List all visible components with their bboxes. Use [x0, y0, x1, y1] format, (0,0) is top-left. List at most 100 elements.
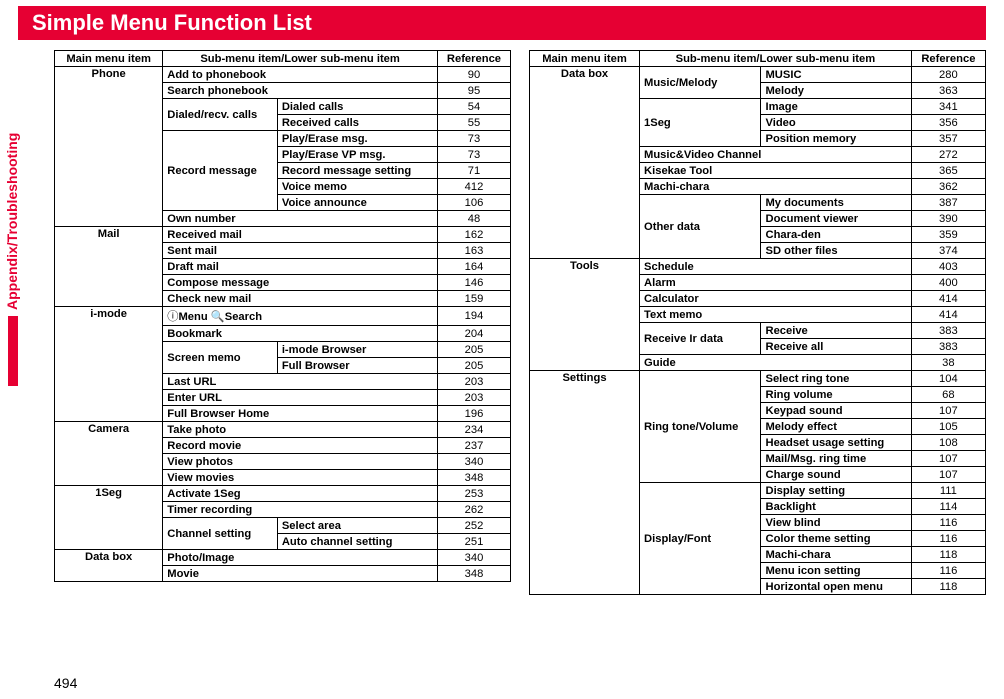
sub-menu-cell: Display/Font [640, 483, 761, 595]
reference-cell: 71 [437, 163, 510, 179]
reference-cell: 118 [911, 579, 985, 595]
table-row: i-modeⓘMenu 🔍Search194 [55, 307, 511, 326]
sub-menu-cell: 1Seg [640, 99, 761, 147]
sub-menu-cell: ⓘMenu 🔍Search [163, 307, 438, 326]
reference-cell: 400 [911, 275, 985, 291]
sub-menu-cell: Add to phonebook [163, 67, 438, 83]
lower-menu-cell: Record message setting [277, 163, 437, 179]
reference-cell: 68 [911, 387, 985, 403]
reference-cell: 107 [911, 403, 985, 419]
reference-cell: 357 [911, 131, 985, 147]
search-text: Search [225, 311, 262, 323]
reference-cell: 116 [911, 531, 985, 547]
sub-menu-cell: Screen memo [163, 342, 278, 374]
sub-menu-cell: View photos [163, 454, 438, 470]
table-header-row: Main menu item Sub-menu item/Lower sub-m… [55, 51, 511, 67]
main-menu-cell: Data box [530, 67, 640, 259]
sub-menu-cell: Calculator [640, 291, 912, 307]
reference-cell: 116 [911, 563, 985, 579]
sub-menu-cell: Music&Video Channel [640, 147, 912, 163]
reference-cell: 108 [911, 435, 985, 451]
sub-menu-cell: Last URL [163, 374, 438, 390]
header-ref: Reference [911, 51, 985, 67]
lower-menu-cell: Full Browser [277, 358, 437, 374]
lower-menu-cell: Voice memo [277, 179, 437, 195]
reference-cell: 95 [437, 83, 510, 99]
reference-cell: 280 [911, 67, 985, 83]
reference-cell: 348 [437, 470, 510, 486]
sub-menu-cell: Other data [640, 195, 761, 259]
table-row: MailReceived mail162 [55, 227, 511, 243]
lower-menu-cell: My documents [761, 195, 911, 211]
right-column: Main menu item Sub-menu item/Lower sub-m… [529, 50, 986, 595]
table-row: Data boxPhoto/Image340 [55, 550, 511, 566]
lower-menu-cell: Position memory [761, 131, 911, 147]
lower-menu-cell: Keypad sound [761, 403, 911, 419]
reference-cell: 251 [437, 534, 510, 550]
sub-menu-cell: Guide [640, 355, 912, 371]
reference-cell: 387 [911, 195, 985, 211]
main-menu-cell: i-mode [55, 307, 163, 422]
lower-menu-cell: Document viewer [761, 211, 911, 227]
sub-menu-cell: Machi-chara [640, 179, 912, 195]
sub-menu-cell: Draft mail [163, 259, 438, 275]
lower-menu-cell: Received calls [277, 115, 437, 131]
sub-menu-cell: Timer recording [163, 502, 438, 518]
main-menu-cell: Mail [55, 227, 163, 307]
reference-cell: 340 [437, 454, 510, 470]
lower-menu-cell: Backlight [761, 499, 911, 515]
reference-cell: 163 [437, 243, 510, 259]
reference-cell: 363 [911, 83, 985, 99]
reference-cell: 234 [437, 422, 510, 438]
reference-cell: 253 [437, 486, 510, 502]
reference-cell: 104 [911, 371, 985, 387]
reference-cell: 272 [911, 147, 985, 163]
sub-menu-cell: Enter URL [163, 390, 438, 406]
sub-menu-cell: Bookmark [163, 326, 438, 342]
sub-menu-cell: Photo/Image [163, 550, 438, 566]
main-menu-cell: Data box [55, 550, 163, 582]
sub-menu-cell: Activate 1Seg [163, 486, 438, 502]
lower-menu-cell: View blind [761, 515, 911, 531]
sub-menu-cell: Music/Melody [640, 67, 761, 99]
lower-menu-cell: Headset usage setting [761, 435, 911, 451]
reference-cell: 118 [911, 547, 985, 563]
header-main: Main menu item [530, 51, 640, 67]
sub-menu-cell: Text memo [640, 307, 912, 323]
sub-menu-cell: Kisekae Tool [640, 163, 912, 179]
sub-menu-cell: Sent mail [163, 243, 438, 259]
reference-cell: 146 [437, 275, 510, 291]
reference-cell: 365 [911, 163, 985, 179]
table-row: Data boxMusic/MelodyMUSIC280 [530, 67, 986, 83]
sub-menu-cell: Alarm [640, 275, 912, 291]
lower-menu-cell: Video [761, 115, 911, 131]
lower-menu-cell: Melody effect [761, 419, 911, 435]
reference-cell: 38 [911, 355, 985, 371]
lower-menu-cell: Receive [761, 323, 911, 339]
sub-menu-cell: Dialed/recv. calls [163, 99, 278, 131]
lower-menu-cell: Mail/Msg. ring time [761, 451, 911, 467]
lower-menu-cell: Charge sound [761, 467, 911, 483]
lower-menu-cell: Receive all [761, 339, 911, 355]
main-menu-cell: Settings [530, 371, 640, 595]
table-row: PhoneAdd to phonebook90 [55, 67, 511, 83]
reference-cell: 203 [437, 374, 510, 390]
lower-menu-cell: Horizontal open menu [761, 579, 911, 595]
lower-menu-cell: Dialed calls [277, 99, 437, 115]
reference-cell: 341 [911, 99, 985, 115]
lower-menu-cell: MUSIC [761, 67, 911, 83]
reference-cell: 116 [911, 515, 985, 531]
header-ref: Reference [437, 51, 510, 67]
reference-cell: 340 [437, 550, 510, 566]
table-row: 1SegActivate 1Seg253 [55, 486, 511, 502]
table-row: SettingsRing tone/VolumeSelect ring tone… [530, 371, 986, 387]
reference-cell: 194 [437, 307, 510, 326]
sub-menu-cell: Own number [163, 211, 438, 227]
lower-menu-cell: Voice announce [277, 195, 437, 211]
reference-cell: 159 [437, 291, 510, 307]
sub-menu-cell: Received mail [163, 227, 438, 243]
sub-menu-cell: Schedule [640, 259, 912, 275]
sub-menu-cell: Compose message [163, 275, 438, 291]
lower-menu-cell: Color theme setting [761, 531, 911, 547]
sub-menu-cell: Record message [163, 131, 278, 211]
